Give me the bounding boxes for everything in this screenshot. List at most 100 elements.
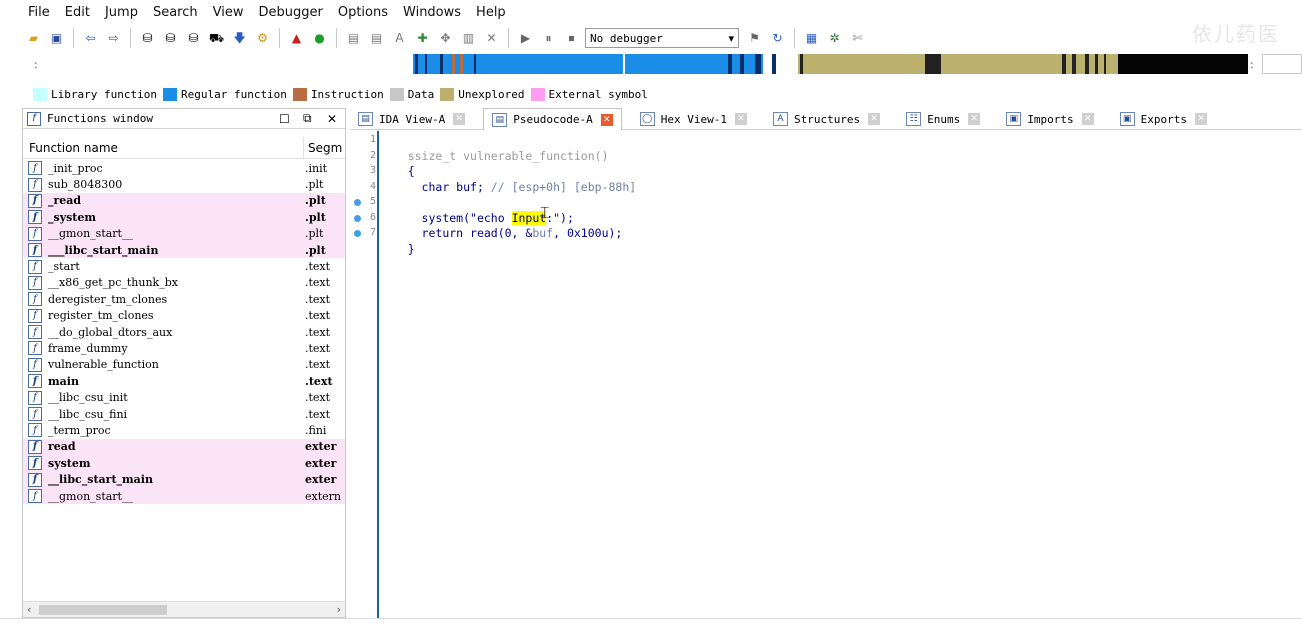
function-row[interactable]: f __libc_start_main exter [23,471,345,488]
array-icon[interactable]: ▥ [459,29,478,48]
scrollbar-thumb[interactable] [39,605,167,615]
function-name-cell[interactable]: f __libc_start_main [23,472,303,487]
menu-view[interactable]: View [213,5,244,20]
breakpoint-dot-icon[interactable] [354,230,361,237]
buf-variable[interactable]: buf [532,226,553,240]
tools-icon[interactable]: ✄ [848,29,867,48]
notes-icon[interactable]: ▦ [802,29,821,48]
tab-close-icon[interactable]: ✕ [868,113,881,125]
function-name-cell[interactable]: f read [23,439,303,454]
function-name-cell[interactable]: f ___libc_start_main [23,243,303,258]
function-row[interactable]: f _init_proc .init [23,160,345,176]
run-script-icon[interactable]: ⚙ [253,29,272,48]
code-line-6[interactable]: return read(0, &buf, 0x100u); [380,211,623,240]
function-name-cell[interactable]: f register_tm_clones [23,308,303,323]
binary-search-icon[interactable]: ⛁ [138,29,157,48]
nav-band-handle[interactable]: : [34,58,38,71]
function-row[interactable]: f __do_global_dtors_aux .text [23,324,345,340]
function-name-cell[interactable]: f vulnerable_function [23,357,303,372]
gutter-line[interactable]: 3 [350,164,378,180]
function-name-cell[interactable]: f _system [23,210,303,225]
menu-edit[interactable]: Edit [65,5,90,20]
menu-help[interactable]: Help [476,5,506,20]
back-arrow-icon[interactable]: ⇦ [81,29,100,48]
function-row[interactable]: f _start .text [23,258,345,274]
function-name-cell[interactable]: f __gmon_start__ [23,489,303,503]
menu-debugger[interactable]: Debugger [258,5,322,20]
function-row[interactable]: f _term_proc .fini [23,422,345,438]
function-icon[interactable]: ✥ [436,29,455,48]
save-icon[interactable]: ▣ [47,29,66,48]
breakpoint-dot-icon[interactable] [354,199,361,206]
struct-offset-icon[interactable]: ✚ [413,29,432,48]
close-icon[interactable]: ✕ [327,112,337,126]
function-name-cell[interactable]: f _read [23,193,303,208]
tab-pseudocode-a[interactable]: ▤ Pseudocode-A ✕ [483,108,622,130]
function-name-cell[interactable]: f frame_dummy [23,341,303,356]
function-name-cell[interactable]: f _init_proc [23,161,303,176]
maximize-icon[interactable]: ☐ [279,112,290,126]
gutter-line[interactable]: 5 [350,195,378,211]
ascii-icon[interactable]: A [390,29,409,48]
tab-imports[interactable]: ▣ Imports ✕ [998,108,1101,130]
undefine-icon[interactable]: ✕ [482,29,501,48]
function-row[interactable]: f __gmon_start__ extern [23,487,345,505]
down-arrow-icon[interactable]: 🡇 [230,29,249,48]
function-row[interactable]: f __libc_csu_init .text [23,389,345,405]
code-line-3[interactable]: char buf; // [esp+0h] [ebp-88h] [380,164,637,194]
function-name-cell[interactable]: f sub_8048300 [23,177,303,192]
gutter-line[interactable]: 1 [350,133,378,149]
function-signature[interactable]: ssize_t vulnerable_function() [408,149,609,163]
function-name-cell[interactable]: f __libc_csu_fini [23,407,303,422]
code-icon[interactable]: ▤ [344,29,363,48]
function-name-cell[interactable]: f __x86_get_pc_thunk_bx [23,275,303,290]
function-row[interactable]: f main .text [23,373,345,389]
forward-arrow-icon[interactable]: ⇨ [104,29,123,48]
debugger-options-icon[interactable]: ⚑ [745,29,764,48]
function-row[interactable]: f system exter [23,455,345,472]
open-folder-icon[interactable]: ▰ [24,29,43,48]
tab-enums[interactable]: ☷ Enums ✕ [898,108,988,130]
function-row[interactable]: f read exter [23,438,345,456]
stop-icon[interactable]: ⏹ [562,29,581,48]
menu-jump[interactable]: Jump [105,5,138,20]
green-circle-icon[interactable]: ● [310,29,329,48]
column-segment[interactable]: Segm [303,136,343,159]
function-name-cell[interactable]: f deregister_tm_clones [23,292,303,307]
menu-file[interactable]: File [28,5,50,20]
function-name-cell[interactable]: f __gmon_start__ [23,226,303,241]
function-row[interactable]: f _system .plt [23,209,345,226]
horizontal-scrollbar[interactable]: ‹ › [23,601,345,617]
function-row[interactable]: f __libc_csu_fini .text [23,406,345,422]
plugin-icon[interactable]: ✲ [825,29,844,48]
function-row[interactable]: f sub_8048300 .plt [23,176,345,192]
pseudocode-view[interactable]: 1234567 ssize_t vulnerable_function() { … [350,131,1302,618]
function-name-cell[interactable]: f __do_global_dtors_aux [23,325,303,340]
tab-close-icon[interactable]: ✕ [968,113,981,125]
menu-search[interactable]: Search [153,5,198,20]
gutter-line[interactable]: 2 [350,149,378,165]
function-row[interactable]: f __gmon_start__ .plt [23,225,345,242]
graph-icon[interactable]: ▲ [287,29,306,48]
return-read-end[interactable]: , 0x100u); [553,226,622,240]
nav-band-scroll[interactable] [1262,54,1302,74]
find-icon[interactable]: ⛟ [207,29,226,48]
tab-ida-view-a[interactable]: ▤ IDA View-A ✕ [350,108,473,130]
tab-hex-view-1[interactable]: ◯ Hex View-1 ✕ [632,108,755,130]
debugger-select[interactable]: No debugger ▾ [585,28,739,48]
tab-close-icon[interactable]: ✕ [600,113,613,126]
function-row[interactable]: f vulnerable_function .text [23,357,345,373]
menu-options[interactable]: Options [338,5,388,20]
function-row[interactable]: f _read .plt [23,192,345,210]
code-line-2[interactable]: { [380,149,415,178]
pause-icon[interactable]: ⏸ [539,29,558,48]
function-name-cell[interactable]: f __libc_csu_init [23,390,303,405]
local-var-decl[interactable]: char buf; [408,180,491,194]
scroll-left-icon[interactable]: ‹ [27,603,31,616]
gutter-line[interactable]: 4 [350,180,378,196]
tab-close-icon[interactable]: ✕ [734,113,747,125]
tab-exports[interactable]: ▣ Exports ✕ [1112,108,1215,130]
function-name-cell[interactable]: f _start [23,259,303,274]
function-row[interactable]: f deregister_tm_clones .text [23,291,345,307]
tab-close-icon[interactable]: ✕ [1195,113,1208,125]
